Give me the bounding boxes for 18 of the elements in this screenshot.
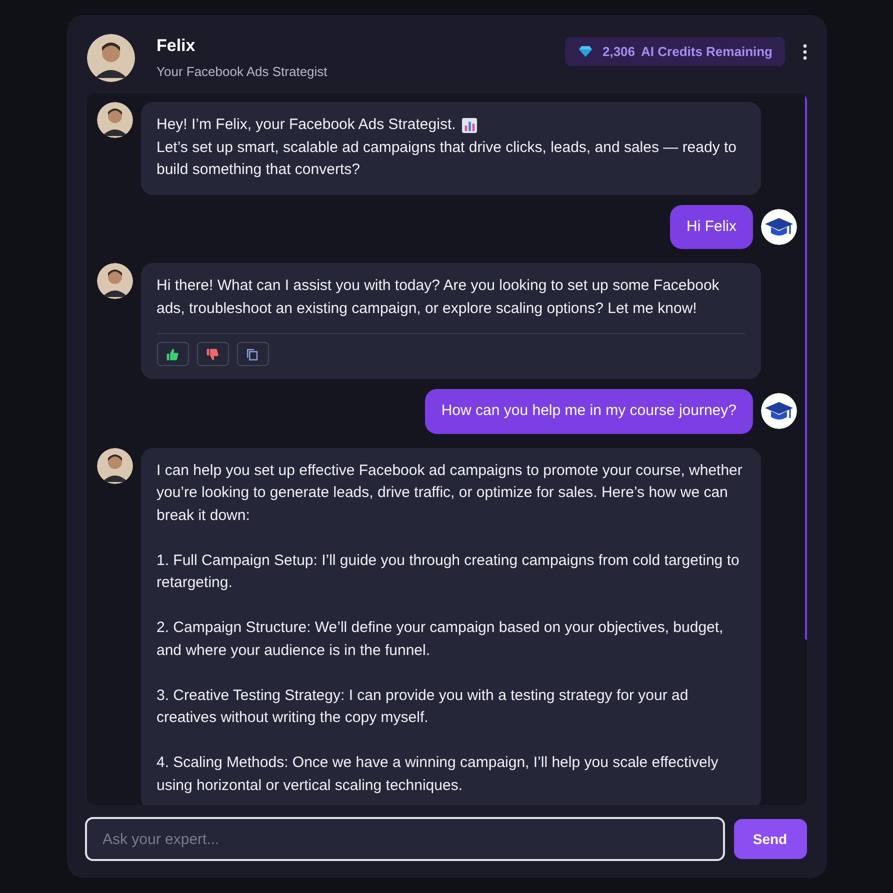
credits-amount: 2,306 <box>602 44 636 58</box>
send-button[interactable]: Send <box>734 819 806 859</box>
agent-name: Felix <box>156 36 196 56</box>
copy-icon[interactable] <box>236 342 268 366</box>
graduation-cap-icon <box>760 393 796 429</box>
message-text: Hey! I’m Felix, your Facebook Ads Strategist. <box>156 115 456 135</box>
message-text: I can help you set up effective Facebook ad campaigns to promote your course, whether you’re looking to generate leads, drive traffic, or optimize for sales. Here’s how we can break it down: 1. Full Campaign Setup: I’ll guide you through creating campaigns from cold targeting to retargeting. 2. Campaign Structure: We’ll define your campaign based on your objectives, budget, and where your audience is in the funnel. 3. Creative Testing Strategy: I can provide you with a testing strategy for your ad creatives without writing the copy myself. 4. Scaling Methods: Once we have a winning campaign, I’ll help you scale effectively using horizontal or vertical scaling techniques. <box>156 460 744 796</box>
user-message: Hi Felix <box>670 204 752 249</box>
graduation-cap-icon <box>760 208 796 244</box>
thumbs-up-icon[interactable] <box>156 342 188 366</box>
thumbs-down-icon[interactable] <box>196 342 228 366</box>
message-text: Hi there! What can I assist you with today? Are you looking to set up some Facebook ads, troubleshoot an existing campaign, or explore scaling options? Let me know! <box>156 276 720 318</box>
diamond-icon <box>579 45 592 57</box>
credits-label: AI Credits Remaining <box>641 44 772 58</box>
user-message: How can you help me in my course journey? <box>425 389 752 434</box>
agent-role: Your Facebook Ads Strategist <box>156 64 328 78</box>
message-input[interactable]: Ask your expert... <box>84 817 724 861</box>
message-text: Let’s set up smart, scalable ad campaigns that drive clicks, leads, and sales — ready to build something that converts? <box>156 138 738 180</box>
